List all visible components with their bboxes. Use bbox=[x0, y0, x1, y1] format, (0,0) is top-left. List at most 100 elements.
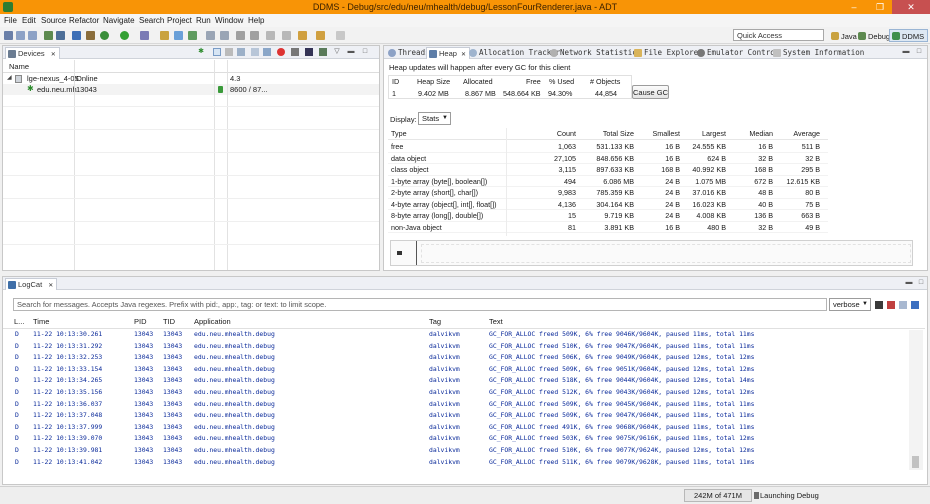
logcat-scrollbar[interactable] bbox=[909, 330, 923, 470]
device-row-nexus[interactable]: ◢ lge-nexus_4-05 Online 4.3 bbox=[3, 73, 379, 84]
opengl-trace-icon[interactable] bbox=[319, 48, 327, 56]
tab-heap[interactable]: Heap ✕ bbox=[426, 47, 470, 59]
log-row[interactable]: D 11-22 10:13:35.156 13043 13043 edu.neu.mhe… bbox=[3, 388, 913, 397]
tab-emulator-control[interactable]: Emulator Control bbox=[695, 47, 782, 59]
stop-process-icon[interactable] bbox=[277, 48, 285, 56]
save-all-icon[interactable] bbox=[28, 31, 37, 40]
menu-edit[interactable]: Edit bbox=[22, 16, 36, 25]
avd-manager-icon[interactable] bbox=[56, 31, 65, 40]
stats-row[interactable]: 2-byte array (short[], char[]) 9,983 785.3… bbox=[388, 187, 828, 199]
cause-gc-button[interactable]: Cause GC bbox=[632, 85, 669, 99]
close-logcat-tab-icon[interactable]: ✕ bbox=[48, 283, 53, 289]
heap-status-indicator[interactable]: 242M of 471M bbox=[684, 489, 752, 502]
minimize-logcat-icon[interactable]: ▬ bbox=[905, 279, 913, 287]
update-heap-icon[interactable] bbox=[213, 48, 221, 56]
search-icon[interactable] bbox=[220, 31, 229, 40]
tab-logcat[interactable]: LogCat ✕ bbox=[5, 278, 58, 290]
menu-file[interactable]: File bbox=[4, 16, 17, 25]
open-type-icon[interactable] bbox=[206, 31, 215, 40]
screen-capture-icon[interactable] bbox=[291, 48, 299, 56]
menu-source[interactable]: Source bbox=[41, 16, 66, 25]
minimize-heap-view-icon[interactable]: ▬ bbox=[902, 48, 910, 56]
log-level-select[interactable]: verbose ▼ bbox=[829, 298, 871, 311]
maximize-logcat-icon[interactable]: □ bbox=[917, 279, 925, 287]
minimize-view-icon[interactable]: ▬ bbox=[347, 48, 355, 56]
menu-project[interactable]: Project bbox=[167, 16, 192, 25]
maximize-button[interactable]: ❐ bbox=[867, 0, 893, 14]
clear-log-icon[interactable] bbox=[887, 301, 895, 309]
toggle-saved-filters-icon[interactable] bbox=[899, 301, 907, 309]
device-expander-icon[interactable]: ◢ bbox=[7, 74, 12, 81]
external-tools-icon[interactable] bbox=[140, 31, 149, 40]
log-row[interactable]: D 11-22 10:13:31.292 13043 13043 edu.neu.mhe… bbox=[3, 342, 913, 351]
sdk-manager-icon[interactable] bbox=[44, 31, 53, 40]
stats-row[interactable]: non-Java object 81 3.891 KB 16 B 480 B 32 B 49… bbox=[388, 222, 828, 233]
log-row[interactable]: D 11-22 10:13:37.999 13043 13043 edu.neu.mhe… bbox=[3, 423, 913, 432]
logcat-search-input[interactable]: Search for messages. Accepts Java regexe… bbox=[13, 298, 827, 311]
lint-icon[interactable] bbox=[72, 31, 81, 40]
log-row[interactable]: D 11-22 10:13:39.070 13043 13043 edu.neu.mhe… bbox=[3, 434, 913, 443]
display-select[interactable]: Stats ▼ bbox=[418, 112, 451, 125]
debug-run-icon[interactable] bbox=[100, 31, 109, 40]
maximize-heap-view-icon[interactable]: □ bbox=[915, 48, 923, 56]
tab-system-information[interactable]: System Information bbox=[771, 47, 867, 59]
menu-search[interactable]: Search bbox=[139, 16, 164, 25]
view-menu-icon[interactable]: ▽ bbox=[333, 48, 341, 56]
menu-refactor[interactable]: Refactor bbox=[69, 16, 99, 25]
minimize-button[interactable]: – bbox=[841, 0, 867, 14]
menu-window[interactable]: Window bbox=[215, 16, 243, 25]
run-icon[interactable] bbox=[120, 31, 129, 40]
stats-row[interactable]: 4-byte array (object[], int[], float[]) 4… bbox=[388, 199, 828, 210]
start-profiling-icon[interactable] bbox=[263, 48, 271, 56]
window-titlebar[interactable]: DDMS - Debug/src/edu/neu/mhealth/debug/L… bbox=[0, 0, 930, 14]
log-tid: 13043 bbox=[163, 446, 183, 454]
client-row-mhealth[interactable]: ✱ edu.neu.mh 13043 8600 / 87... bbox=[3, 84, 379, 95]
log-row[interactable]: D 11-22 10:13:34.265 13043 13043 edu.neu.mhe… bbox=[3, 376, 913, 385]
back-icon[interactable] bbox=[298, 31, 307, 40]
stats-row[interactable]: class object 3,115 897.633 KB 168 B 40.992 K… bbox=[388, 164, 828, 176]
new-class-icon[interactable] bbox=[188, 31, 197, 40]
log-row[interactable]: D 11-22 10:13:37.048 13043 13043 edu.neu.mhe… bbox=[3, 411, 913, 420]
tab-devices[interactable]: Devices ✕ bbox=[5, 47, 60, 59]
pin-editor-icon[interactable] bbox=[336, 31, 345, 40]
perspective-ddms[interactable]: DDMS bbox=[889, 29, 929, 42]
stats-row[interactable]: 1-byte array (byte[], boolean[]) 494 6.086… bbox=[388, 176, 828, 187]
update-threads-icon[interactable] bbox=[251, 48, 259, 56]
next-annotation-icon[interactable] bbox=[266, 31, 275, 40]
new-package-icon[interactable] bbox=[174, 31, 183, 40]
quick-access-field[interactable]: Quick Access bbox=[733, 29, 824, 41]
systrace-icon[interactable] bbox=[305, 48, 313, 56]
menu-help[interactable]: Help bbox=[248, 16, 264, 25]
save-icon[interactable] bbox=[16, 31, 25, 40]
stats-row[interactable]: free 1,063 531.133 KB 16 B 24.555 KB 16 B 511 … bbox=[388, 141, 828, 153]
stats-row[interactable]: data object 27,105 848.656 KB 16 B 624 B 32 B… bbox=[388, 153, 828, 164]
dump-hprof-icon[interactable] bbox=[225, 48, 233, 56]
close-devices-tab-icon[interactable]: ✕ bbox=[51, 52, 56, 58]
close-heap-tab-icon[interactable]: ✕ bbox=[461, 52, 466, 58]
scroll-lock-icon[interactable] bbox=[911, 301, 919, 309]
tab-network-statistics[interactable]: Network Statistics bbox=[548, 47, 644, 59]
run-gc-icon[interactable] bbox=[754, 492, 759, 499]
android-project-icon[interactable] bbox=[86, 31, 95, 40]
log-row[interactable]: D 11-22 10:13:30.261 13043 13043 edu.neu.mhe… bbox=[3, 330, 913, 339]
toggle-breadcrumb-icon[interactable] bbox=[236, 31, 245, 40]
menu-run[interactable]: Run bbox=[196, 16, 211, 25]
save-log-icon[interactable] bbox=[875, 301, 883, 309]
log-row[interactable]: D 11-22 10:13:41.042 13043 13043 edu.neu.mhe… bbox=[3, 458, 913, 467]
new-icon[interactable] bbox=[4, 31, 13, 40]
maximize-view-icon[interactable]: □ bbox=[361, 48, 369, 56]
log-row[interactable]: D 11-22 10:13:36.037 13043 13043 edu.neu.mhe… bbox=[3, 400, 913, 409]
toggle-mark-icon[interactable] bbox=[250, 31, 259, 40]
forward-icon[interactable] bbox=[316, 31, 325, 40]
log-row[interactable]: D 11-22 10:13:32.253 13043 13043 edu.neu.mhe… bbox=[3, 353, 913, 362]
menu-navigate[interactable]: Navigate bbox=[103, 16, 135, 25]
close-window-button[interactable]: ✕ bbox=[892, 0, 930, 14]
prev-annotation-icon[interactable] bbox=[282, 31, 291, 40]
log-row[interactable]: D 11-22 10:13:33.154 13043 13043 edu.neu.mhe… bbox=[3, 365, 913, 374]
log-row[interactable]: D 11-22 10:13:39.981 13043 13043 edu.neu.mhe… bbox=[3, 446, 913, 455]
new-java-project-icon[interactable] bbox=[160, 31, 169, 40]
stats-row[interactable]: 8-byte array (long[], double[]) 15 9.719 K… bbox=[388, 210, 828, 222]
cause-gc-icon[interactable] bbox=[237, 48, 245, 56]
debug-process-icon[interactable]: ✱ bbox=[197, 48, 205, 56]
scrollbar-thumb[interactable] bbox=[912, 456, 919, 468]
